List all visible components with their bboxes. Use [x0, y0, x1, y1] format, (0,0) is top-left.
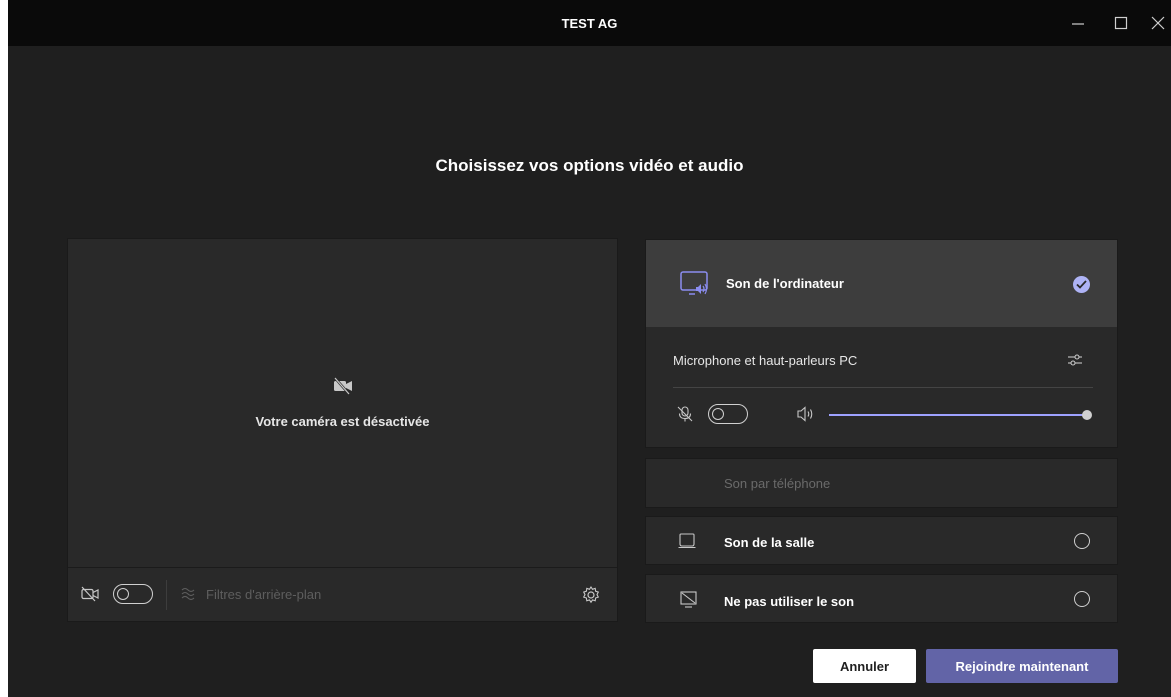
camera-off-indicator [68, 376, 617, 401]
camera-off-text: Votre caméra est désactivée [255, 414, 430, 429]
cancel-button[interactable]: Annuler [813, 649, 916, 683]
microphone-toggle[interactable] [708, 404, 748, 424]
phone-sound-option[interactable]: Son par téléphone [645, 458, 1118, 508]
computer-sound-label: Son de l'ordinateur [726, 276, 844, 291]
device-settings-sliders-icon[interactable] [1066, 351, 1084, 369]
video-preview-panel: Votre caméra est désactivée Filtres d'ar… [67, 238, 618, 622]
speaker-icon [797, 406, 813, 422]
room-sound-radio[interactable] [1074, 533, 1090, 549]
background-filters-button[interactable]: Filtres d'arrière-plan [180, 586, 321, 602]
toggle-knob [117, 587, 129, 600]
computer-sound-header[interactable]: Son de l'ordinateur [646, 240, 1117, 327]
maximize-icon [1114, 16, 1128, 30]
room-sound-label: Son de la salle [724, 535, 815, 550]
background-filters-icon [181, 587, 195, 601]
computer-sound-option[interactable]: Son de l'ordinateur Microphone et haut-p… [645, 239, 1118, 448]
maximize-button[interactable] [1106, 8, 1136, 38]
camera-off-icon [333, 377, 352, 395]
microphone-off-icon [677, 406, 693, 422]
camera-off-small-icon [81, 586, 99, 602]
divider [673, 387, 1093, 388]
room-sound-icon [678, 533, 696, 549]
no-sound-option[interactable]: Ne pas utiliser le son [645, 574, 1118, 623]
background-filters-label: Filtres d'arrière-plan [206, 586, 322, 602]
speaker-volume-thumb[interactable] [1082, 410, 1092, 420]
minimize-icon [1072, 23, 1084, 25]
phone-sound-label: Son par téléphone [724, 476, 831, 491]
page-heading: Choisissez vos options vidéo et audio [435, 156, 744, 175]
room-sound-option[interactable]: Son de la salle [645, 516, 1118, 565]
divider [166, 580, 167, 610]
selected-check-icon [1073, 276, 1090, 293]
window-title: TEST AG [561, 16, 618, 31]
join-now-button[interactable]: Rejoindre maintenant [926, 649, 1118, 683]
no-sound-label: Ne pas utiliser le son [724, 594, 855, 609]
no-sound-icon [680, 591, 697, 608]
toggle-knob [712, 407, 724, 420]
close-button[interactable] [1143, 8, 1171, 38]
audio-device-label: Microphone et haut-parleurs PC [673, 353, 858, 368]
speaker-volume-fill [829, 414, 1087, 416]
speaker-volume-slider[interactable] [829, 410, 1092, 420]
title-bar: TEST AG [8, 0, 1171, 46]
camera-toggle[interactable] [113, 584, 153, 604]
no-sound-radio[interactable] [1074, 591, 1090, 607]
window-left-edge [0, 0, 8, 697]
computer-sound-icon [680, 271, 708, 295]
video-controls-bar: Filtres d'arrière-plan [68, 567, 617, 621]
device-settings-icon[interactable] [581, 585, 601, 605]
close-icon [1151, 16, 1165, 30]
minimize-button[interactable] [1063, 8, 1093, 38]
